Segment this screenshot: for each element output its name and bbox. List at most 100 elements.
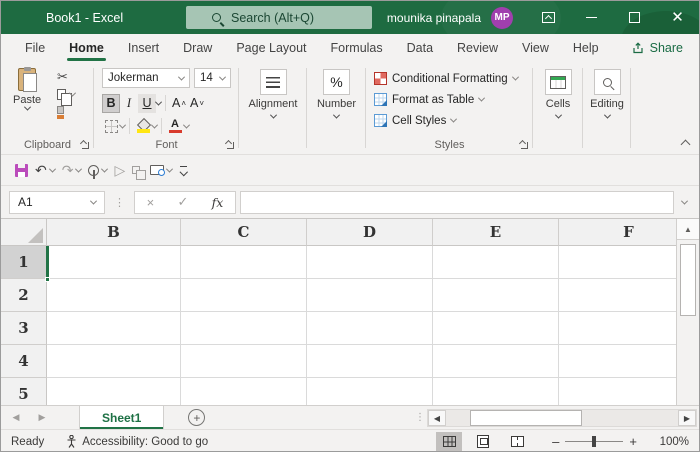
previous-sheet-button[interactable]: ◀ bbox=[1, 412, 31, 423]
maximize-button[interactable] bbox=[613, 1, 656, 34]
cell-e1[interactable] bbox=[433, 246, 559, 279]
minimize-button[interactable] bbox=[570, 1, 613, 34]
conditional-formatting-button[interactable]: Conditional Formatting bbox=[374, 68, 533, 89]
cell-b1[interactable] bbox=[47, 246, 181, 279]
row-header-2[interactable]: 2 bbox=[1, 279, 47, 312]
touch-mouse-mode-button[interactable] bbox=[88, 164, 109, 179]
column-header-c[interactable]: C bbox=[181, 219, 307, 246]
cell-e4[interactable] bbox=[433, 345, 559, 378]
zoom-slider[interactable] bbox=[565, 436, 624, 448]
bold-button[interactable]: B bbox=[102, 93, 120, 113]
horizontal-scrollbar-thumb[interactable] bbox=[470, 410, 582, 426]
page-break-view-button[interactable] bbox=[504, 432, 530, 452]
cell-b4[interactable] bbox=[47, 345, 181, 378]
name-box[interactable]: A1 bbox=[9, 190, 105, 214]
sheet-tab-sheet1[interactable]: Sheet1 bbox=[79, 406, 165, 430]
tab-insert[interactable]: Insert bbox=[116, 34, 171, 62]
page-layout-view-button[interactable] bbox=[470, 432, 496, 452]
touch-mode-chevron-icon[interactable] bbox=[101, 165, 109, 173]
cell-c4[interactable] bbox=[181, 345, 307, 378]
send-button[interactable]: ▷ bbox=[114, 162, 125, 179]
redo-button[interactable]: ↷ bbox=[62, 162, 83, 179]
paste-dropdown-chevron-icon[interactable] bbox=[23, 103, 31, 111]
tab-home[interactable]: Home bbox=[57, 34, 116, 62]
avatar[interactable]: MP bbox=[491, 6, 513, 29]
row-header-4[interactable]: 4 bbox=[1, 345, 47, 378]
tab-view[interactable]: View bbox=[510, 34, 561, 62]
screen-clipping-chevron-icon[interactable] bbox=[166, 165, 174, 173]
editing-chevron-icon[interactable] bbox=[603, 111, 611, 119]
save-button[interactable] bbox=[15, 163, 28, 177]
font-color-button[interactable]: A bbox=[166, 117, 184, 136]
cell-c5[interactable] bbox=[181, 378, 307, 405]
vertical-scrollbar-thumb[interactable] bbox=[680, 244, 696, 316]
zoom-out-button[interactable]: – bbox=[546, 434, 565, 449]
accessibility-status[interactable]: Accessibility: Good to go bbox=[66, 435, 208, 448]
cell-b5[interactable] bbox=[47, 378, 181, 405]
font-color-dropdown-chevron-icon[interactable] bbox=[182, 121, 191, 129]
styles-dialog-launcher[interactable] bbox=[521, 142, 528, 149]
share-button[interactable]: Share bbox=[616, 34, 699, 62]
clipboard-dialog-launcher[interactable] bbox=[82, 142, 89, 149]
copy-button[interactable] bbox=[57, 89, 77, 106]
alignment-chevron-icon[interactable] bbox=[269, 111, 277, 119]
number-button[interactable]: % Number bbox=[307, 69, 366, 119]
column-header-d[interactable]: D bbox=[307, 219, 433, 246]
editing-button[interactable]: Editing bbox=[583, 69, 631, 119]
column-header-b[interactable]: B bbox=[47, 219, 181, 246]
undo-chevron-icon[interactable] bbox=[48, 165, 56, 173]
selection-fill-handle[interactable] bbox=[45, 277, 50, 282]
screen-clipping-button[interactable] bbox=[150, 165, 174, 176]
number-chevron-icon[interactable] bbox=[332, 111, 341, 119]
cell-b3[interactable] bbox=[47, 312, 181, 345]
scroll-right-button[interactable]: ▶ bbox=[678, 410, 696, 426]
close-button[interactable]: ✕ bbox=[656, 1, 699, 34]
font-size-select[interactable]: 14 bbox=[194, 68, 231, 88]
row-header-1[interactable]: 1 bbox=[1, 246, 47, 279]
ribbon-display-options-button[interactable] bbox=[527, 1, 570, 34]
zoom-in-button[interactable]: + bbox=[623, 434, 643, 449]
underline-dropdown-chevron-icon[interactable] bbox=[154, 98, 163, 106]
next-sheet-button[interactable]: ▶ bbox=[31, 412, 53, 423]
tab-formulas[interactable]: Formulas bbox=[319, 34, 395, 62]
fill-color-dropdown-chevron-icon[interactable] bbox=[150, 121, 159, 129]
column-header-e[interactable]: E bbox=[433, 219, 559, 246]
cell-d2[interactable] bbox=[307, 279, 433, 312]
decrease-font-size-button[interactable]: A ˅ bbox=[188, 94, 206, 113]
zoom-level[interactable]: 100% bbox=[653, 436, 689, 448]
cell-b2[interactable] bbox=[47, 279, 181, 312]
horizontal-scrollbar[interactable]: ◀ ▶ bbox=[427, 409, 697, 427]
cell-e3[interactable] bbox=[433, 312, 559, 345]
font-name-select[interactable]: Jokerman bbox=[102, 68, 190, 88]
customize-quick-access-toolbar-button[interactable] bbox=[179, 166, 188, 174]
cell-e2[interactable] bbox=[433, 279, 559, 312]
tab-file[interactable]: File bbox=[13, 34, 57, 62]
collapse-ribbon-chevron-icon[interactable] bbox=[680, 139, 691, 150]
cell-e5[interactable] bbox=[433, 378, 559, 405]
cells-button[interactable]: Cells bbox=[533, 69, 583, 119]
insert-function-button[interactable]: fx bbox=[212, 195, 224, 210]
scroll-up-button[interactable]: ▲ bbox=[677, 219, 699, 240]
search-box[interactable]: Search (Alt+Q) bbox=[186, 6, 372, 29]
cell-d3[interactable] bbox=[307, 312, 433, 345]
cells-chevron-icon[interactable] bbox=[554, 111, 562, 119]
new-sheet-button[interactable]: + bbox=[188, 409, 206, 426]
fill-color-button[interactable] bbox=[134, 117, 152, 136]
cell-c2[interactable] bbox=[181, 279, 307, 312]
tab-review[interactable]: Review bbox=[445, 34, 510, 62]
select-all-corner[interactable] bbox=[1, 219, 47, 246]
cancel-button[interactable]: × bbox=[147, 195, 155, 210]
format-as-table-button[interactable]: Format as Table bbox=[374, 89, 533, 110]
user-name[interactable]: mounika pinapala bbox=[387, 11, 481, 25]
paste-button[interactable]: Paste bbox=[13, 66, 41, 111]
cell-c3[interactable] bbox=[181, 312, 307, 345]
format-painter-button[interactable] bbox=[57, 106, 64, 119]
cell-c1[interactable] bbox=[181, 246, 307, 279]
formula-input[interactable] bbox=[240, 190, 674, 214]
tab-page-layout[interactable]: Page Layout bbox=[224, 34, 318, 62]
row-header-3[interactable]: 3 bbox=[1, 312, 47, 345]
cell-d4[interactable] bbox=[307, 345, 433, 378]
tab-data[interactable]: Data bbox=[395, 34, 445, 62]
vertical-scrollbar[interactable]: ▲ bbox=[676, 219, 699, 405]
tab-help[interactable]: Help bbox=[561, 34, 611, 62]
